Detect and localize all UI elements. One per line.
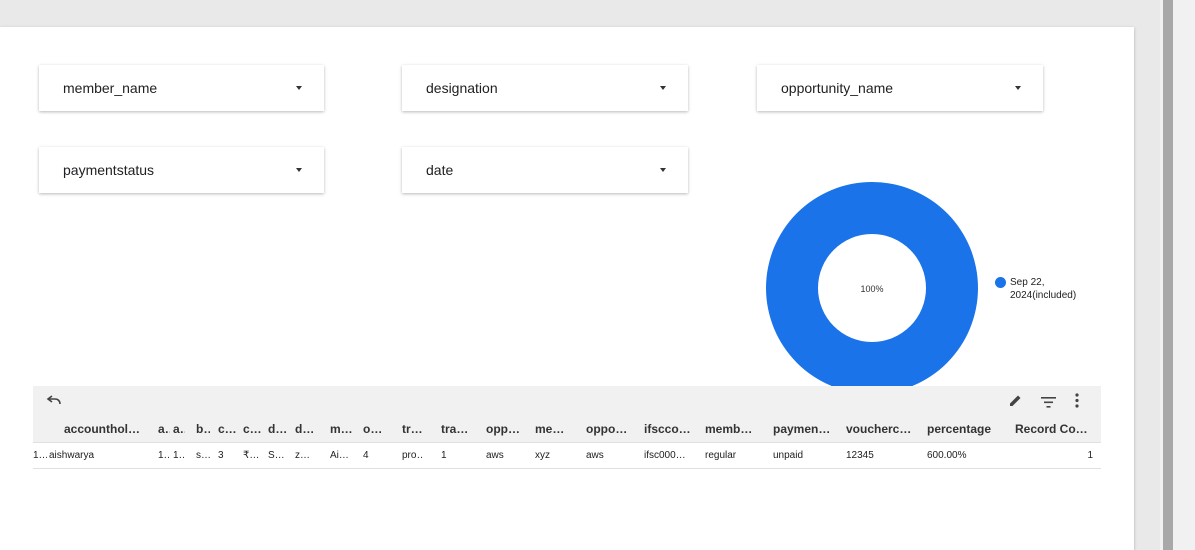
filter-label: date [426,162,454,178]
legend-label-line1: Sep 22, [1010,277,1045,288]
column-header[interactable]: a… [173,416,185,442]
dropdown-arrow-icon [296,86,302,90]
table-cell: 1… [158,450,170,461]
column-header[interactable]: tra… [441,416,467,442]
column-header[interactable]: voucherc… [846,416,916,442]
donut-center-label: 100% [860,284,883,294]
column-header[interactable]: paymen… [773,416,835,442]
opportunity-name-filter[interactable]: opportunity_name [757,65,1043,111]
table-cell: s… [196,450,210,461]
table-cell: 1 [441,450,447,461]
column-header[interactable]: me… [535,416,567,442]
paymentstatus-filter[interactable]: paymentstatus [39,147,324,193]
table-row[interactable]: 1… aishwarya 1… 1… s… 3 ₹… S… z… Ai… 4 p… [33,443,1101,469]
table-header: accounthol… a… a… b… c… c… d… d… m… o… t… [33,416,1101,443]
table-cell: aws [586,450,604,461]
column-header[interactable]: tr… [402,416,424,442]
donut-chart: 100% [766,182,978,394]
table-cell: 1… [173,450,185,461]
chart-legend[interactable]: Sep 22, 2024(included) [995,276,1090,302]
table-cell: aishwarya [49,450,95,461]
donut-chart-svg: 100% [766,182,978,394]
table-cell: pro… [402,450,424,461]
column-header[interactable]: d… [295,416,313,442]
more-vert-icon[interactable] [1075,393,1079,413]
table-toolbar [33,386,1101,416]
table-cell: regular [705,450,737,461]
table-cell: unpaid [773,450,804,461]
table-cell: 3 [218,450,224,461]
dropdown-arrow-icon [1015,86,1021,90]
column-header[interactable]: opp… [486,416,522,442]
edit-icon[interactable] [1008,393,1023,413]
column-header[interactable]: accounthol… [64,416,146,442]
column-header[interactable]: c… [218,416,236,442]
column-header[interactable]: Record Co… [1015,416,1095,442]
column-header[interactable]: c… [243,416,261,442]
column-header[interactable]: b… [196,416,210,442]
filter-label: paymentstatus [63,162,155,178]
filter-icon[interactable] [1041,395,1056,413]
table-cell: ₹… [243,450,260,461]
table-cell: Ai… [330,450,349,461]
undo-icon[interactable] [46,393,62,412]
filter-label: designation [426,80,498,96]
column-header[interactable]: a… [158,416,170,442]
table-cell: 4 [363,450,369,461]
date-filter[interactable]: date [402,147,688,193]
legend-swatch [995,277,1006,288]
table-cell: ifsc000… [644,450,686,461]
row-number: 1… [33,450,47,461]
column-header[interactable]: memb… [705,416,757,442]
member-name-filter[interactable]: member_name [39,65,324,111]
dropdown-arrow-icon [660,168,666,172]
column-header[interactable]: d… [268,416,286,442]
dropdown-arrow-icon [660,86,666,90]
table-cell: 1 [1087,450,1093,461]
table-cell: S… [268,450,285,461]
scrollbar-thumb[interactable] [1163,0,1173,550]
column-header[interactable]: o… [363,416,383,442]
table-cell: 12345 [846,450,874,461]
column-header[interactable]: oppo… [586,416,628,442]
table-cell: z… [295,450,310,461]
dropdown-arrow-icon [296,168,302,172]
column-header[interactable]: ifscco… [644,416,696,442]
column-header[interactable]: percentage [927,416,1001,442]
column-header[interactable]: m… [330,416,352,442]
designation-filter[interactable]: designation [402,65,688,111]
table-cell: aws [486,450,504,461]
filter-label: opportunity_name [781,80,894,96]
filter-label: member_name [63,80,158,96]
table-cell: xyz [535,450,550,461]
table-cell: 600.00% [927,450,967,461]
legend-label-line2: 2024(included) [1010,290,1077,301]
